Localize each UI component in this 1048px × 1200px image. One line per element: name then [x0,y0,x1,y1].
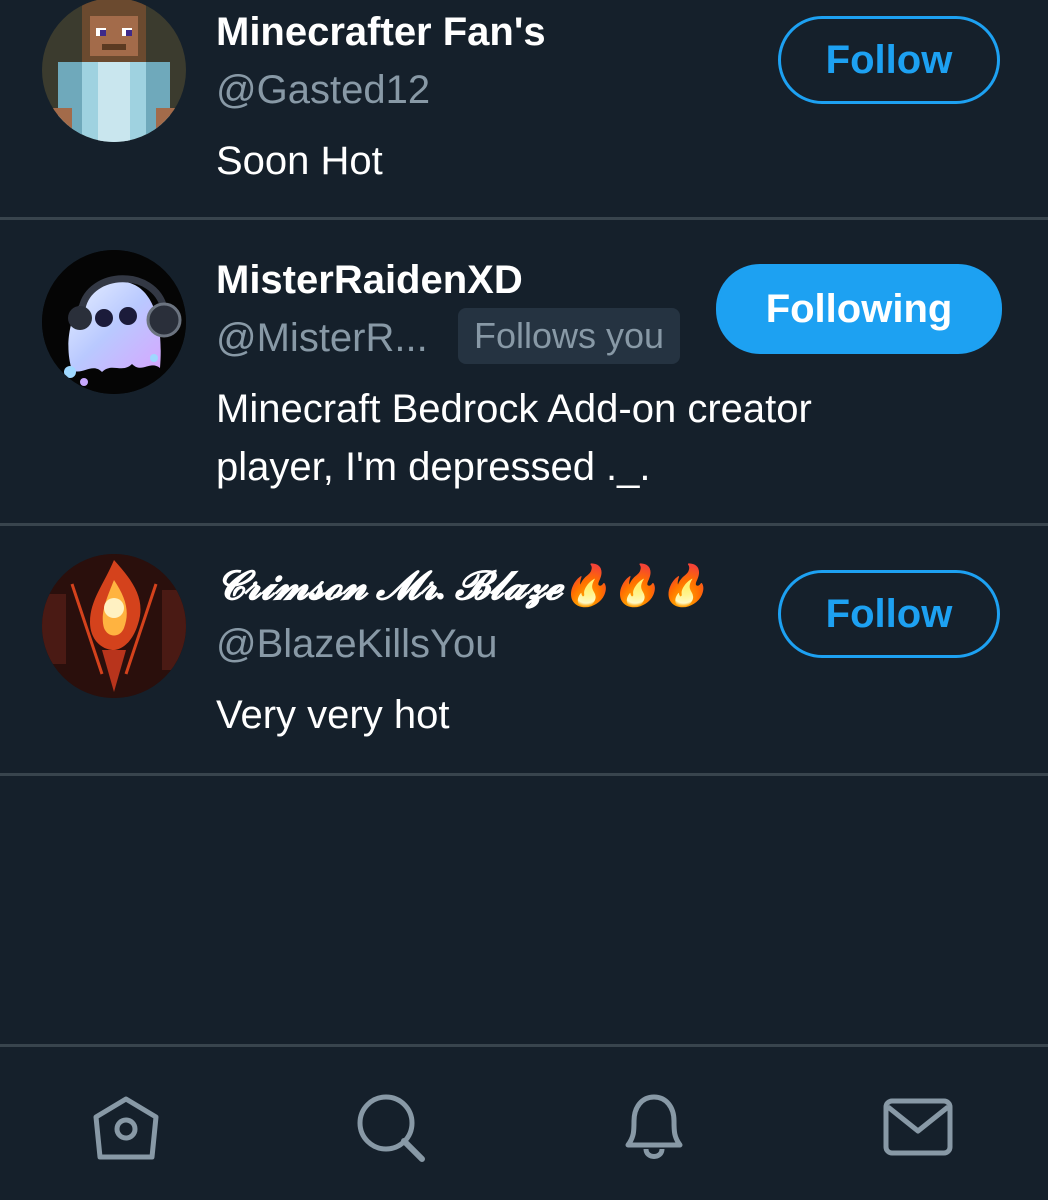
search-icon [357,1094,425,1162]
bio-line: player, I'm depressed ._. [216,445,651,489]
tab-search[interactable] [350,1087,430,1167]
bio-line: Soon Hot [216,139,383,183]
avatar[interactable] [42,0,186,142]
ghost-headphones-avatar-icon [42,250,186,394]
username-handle: @Gasted12 [216,68,431,112]
tab-messages[interactable] [878,1087,958,1167]
user-row-blazekillsyou[interactable]: 𝓒𝓻𝓲𝓶𝓼𝓸𝓷 𝓜𝓻. 𝓑𝓵𝓪𝔃𝓮🔥🔥🔥 @BlazeKillsYou Very… [0,526,1048,776]
display-name[interactable]: 𝓒𝓻𝓲𝓶𝓼𝓸𝓷 𝓜𝓻. 𝓑𝓵𝓪𝔃𝓮🔥🔥🔥 [216,562,709,610]
follows-you-badge: Follows you [458,308,681,364]
minecraft-skin-avatar-icon [42,0,186,142]
follow-button[interactable]: Follow [778,16,1000,104]
bio-line: Very very hot [216,693,450,737]
avatar[interactable] [42,250,186,394]
follow-button[interactable]: Follow [778,570,1000,658]
user-bio: Minecraft Bedrock Add-on creator player,… [216,380,936,496]
user-row-misterraidenxd[interactable]: MisterRaidenXD @MisterR... Follows you M… [0,220,1048,526]
display-name[interactable]: Minecrafter Fan's [216,8,546,56]
blaze-fire-avatar-icon [42,554,186,698]
tab-home[interactable] [86,1087,166,1167]
notifications-bell-icon [625,1094,683,1159]
bottom-tab-bar [0,1044,1048,1200]
bio-line: Minecraft Bedrock Add-on creator [216,387,812,431]
user-bio: Very very hot [216,686,936,744]
username-handle: @MisterR... [216,316,428,360]
user-row-gasted12[interactable]: Minecrafter Fan's @Gasted12 Soon Hot Fol… [0,0,1048,220]
following-button[interactable]: Following [716,264,1002,354]
messages-mail-icon [883,1098,953,1156]
home-icon [93,1096,159,1160]
avatar[interactable] [42,554,186,698]
user-bio: Soon Hot [216,132,936,190]
display-name[interactable]: MisterRaidenXD [216,256,523,304]
username-handle: @BlazeKillsYou [216,622,498,666]
tab-notifications[interactable] [614,1087,694,1167]
